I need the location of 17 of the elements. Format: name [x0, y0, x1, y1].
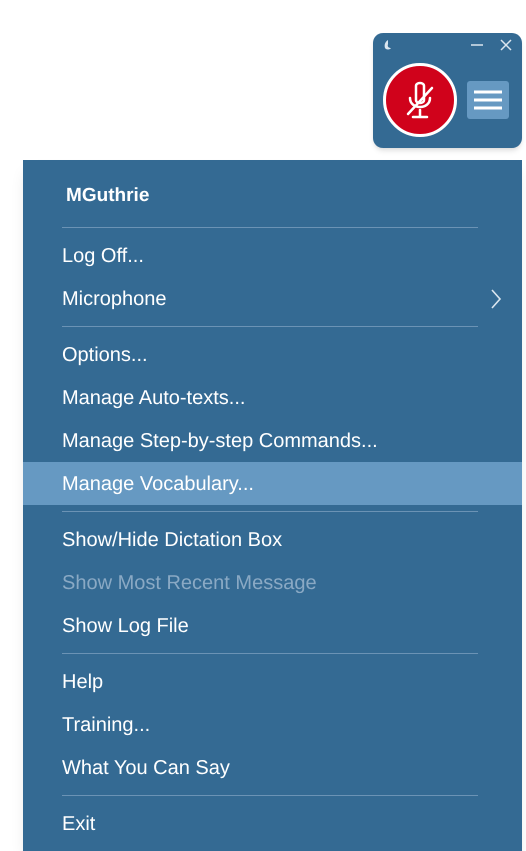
menu-item[interactable]: Show/Hide Dictation Box — [23, 518, 522, 561]
menu-item[interactable]: Manage Auto-texts... — [23, 376, 522, 419]
menu-item[interactable]: Options... — [23, 333, 522, 376]
close-icon[interactable] — [500, 39, 512, 51]
menu-item[interactable]: Microphone — [23, 277, 522, 320]
menu-button[interactable] — [467, 81, 509, 119]
menu-item[interactable]: Log Off... — [23, 234, 522, 277]
chevron-right-icon — [490, 288, 502, 310]
menu-item[interactable]: Training... — [23, 703, 522, 746]
user-name: MGuthrie — [65, 184, 150, 208]
menu-icon — [473, 89, 503, 111]
menu-item[interactable]: Manage Vocabulary... — [23, 462, 522, 505]
menu-item[interactable]: Manage Step-by-step Commands... — [23, 419, 522, 462]
menu-item[interactable]: Show Log File — [23, 604, 522, 647]
menu-item[interactable]: Exit — [23, 802, 522, 845]
menu-item[interactable]: What You Can Say — [23, 746, 522, 789]
menu-item[interactable]: Help — [23, 660, 522, 703]
